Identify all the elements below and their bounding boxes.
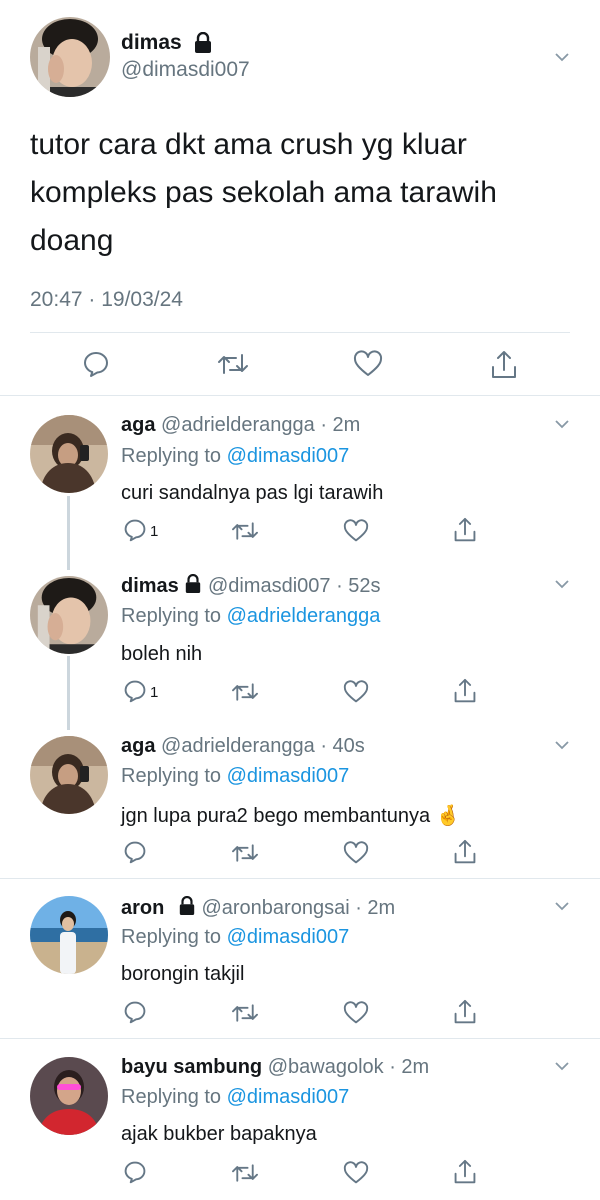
reply-text: curi sandalnya pas lgi tarawih	[121, 482, 384, 504]
reply-header: aga @adrielderangga · 40s	[121, 735, 365, 758]
divider	[30, 332, 570, 333]
share-icon[interactable]	[453, 517, 477, 548]
display-name[interactable]: bayu sambung	[121, 1056, 262, 1078]
user-handle-time[interactable]: @bawagolok · 2m	[268, 1056, 429, 1078]
reply-header: aron @aronbarongsai · 2m	[121, 895, 395, 922]
like-icon[interactable]	[343, 1161, 369, 1190]
replying-to-link[interactable]: @adrielderangga	[227, 605, 381, 627]
avatar[interactable]	[30, 415, 108, 493]
replying-label: Replying to	[121, 765, 227, 787]
user-handle-time[interactable]: @dimasdi007 · 52s	[208, 575, 381, 597]
retweet-icon[interactable]	[217, 350, 249, 383]
replying-label: Replying to	[121, 926, 227, 948]
divider	[0, 1038, 600, 1039]
user-handle-time[interactable]: @adrielderangga · 2m	[161, 414, 360, 436]
display-name[interactable]: dimas	[121, 575, 179, 597]
reply-text: jgn lupa pura2 bego membantunya 🤞	[121, 803, 461, 828]
like-icon[interactable]	[343, 841, 369, 870]
reply-icon[interactable]	[123, 840, 147, 869]
avatar[interactable]	[30, 17, 110, 97]
replying-label: Replying to	[121, 445, 227, 467]
reply-text: borongin takjil	[121, 963, 245, 985]
display-name[interactable]: aga	[121, 414, 155, 436]
share-icon[interactable]	[453, 839, 477, 870]
replying-to-link[interactable]: @dimasdi007	[227, 1086, 350, 1108]
reply-count: 1	[150, 523, 159, 540]
reply-text-body: jgn lupa pura2 bego membantunya	[121, 805, 431, 827]
retweet-icon[interactable]	[231, 1161, 259, 1190]
replying-label: Replying to	[121, 1086, 227, 1108]
retweet-icon[interactable]	[231, 680, 259, 709]
replying-to: Replying to @dimasdi007	[121, 926, 349, 949]
avatar[interactable]	[30, 896, 108, 974]
share-icon[interactable]	[453, 678, 477, 709]
like-icon[interactable]	[343, 1001, 369, 1030]
retweet-icon[interactable]	[231, 841, 259, 870]
tweet-text: tutor cara dkt ama crush yg kluar komple…	[30, 128, 497, 257]
replying-to: Replying to @adrielderangga	[121, 605, 380, 628]
thread-line	[67, 656, 70, 730]
lock-icon	[184, 573, 202, 600]
display-name[interactable]: aron	[121, 897, 164, 919]
replying-to-link[interactable]: @dimasdi007	[227, 765, 350, 787]
chevron-down-icon[interactable]	[555, 580, 569, 589]
reply-icon[interactable]	[123, 1160, 147, 1189]
replying-to: Replying to @dimasdi007	[121, 445, 349, 468]
reply-icon[interactable]	[123, 679, 147, 708]
retweet-icon[interactable]	[231, 519, 259, 548]
replying-to: Replying to @dimasdi007	[121, 1086, 349, 1109]
replying-label: Replying to	[121, 605, 227, 627]
reply-count: 1	[150, 684, 159, 701]
like-icon[interactable]	[343, 680, 369, 709]
reply-header: aga @adrielderangga · 2m	[121, 414, 360, 437]
tweet-timestamp[interactable]: 20:47 · 19/03/24	[30, 288, 183, 312]
reply-icon[interactable]	[82, 350, 110, 383]
divider	[0, 878, 600, 879]
reply-header: dimas @dimasdi007 · 52s	[121, 573, 381, 600]
chevron-down-icon[interactable]	[555, 53, 569, 62]
fingers-crossed-emoji: 🤞	[435, 803, 461, 827]
like-icon[interactable]	[353, 350, 383, 383]
reply-icon[interactable]	[123, 518, 147, 547]
reply-text: boleh nih	[121, 643, 203, 665]
retweet-icon[interactable]	[231, 1001, 259, 1030]
reply-header: bayu sambung @bawagolok · 2m	[121, 1056, 429, 1079]
divider	[0, 395, 600, 396]
user-handle[interactable]: @dimasdi007	[121, 58, 250, 82]
reply-text: ajak bukber bapaknya	[121, 1123, 317, 1145]
user-handle-time[interactable]: @aronbarongsai · 2m	[201, 897, 395, 919]
share-icon[interactable]	[490, 350, 518, 385]
avatar[interactable]	[30, 1057, 108, 1135]
display-name[interactable]: aga	[121, 735, 155, 757]
avatar[interactable]	[30, 576, 108, 654]
chevron-down-icon[interactable]	[555, 902, 569, 911]
like-icon[interactable]	[343, 519, 369, 548]
chevron-down-icon[interactable]	[555, 741, 569, 750]
replying-to-link[interactable]: @dimasdi007	[227, 445, 350, 467]
user-handle-time[interactable]: @adrielderangga · 40s	[161, 735, 365, 757]
replying-to-link[interactable]: @dimasdi007	[227, 926, 350, 948]
avatar[interactable]	[30, 736, 108, 814]
thread-line	[67, 496, 70, 570]
replying-to: Replying to @dimasdi007	[121, 765, 349, 788]
chevron-down-icon[interactable]	[555, 420, 569, 429]
chevron-down-icon[interactable]	[555, 1062, 569, 1071]
display-name[interactable]: dimas	[121, 31, 182, 55]
share-icon[interactable]	[453, 999, 477, 1030]
share-icon[interactable]	[453, 1159, 477, 1190]
reply-icon[interactable]	[123, 1000, 147, 1029]
lock-icon	[193, 31, 213, 59]
lock-icon	[178, 895, 196, 922]
